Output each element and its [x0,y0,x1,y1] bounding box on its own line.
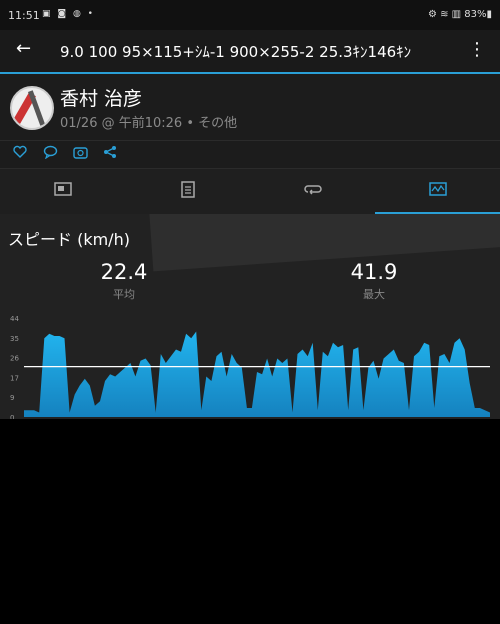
app-bar: ← 9.0 100 95×115+ｼﾑ-1 900×255-2 25.3ｷﾝ14… [0,30,500,72]
avg-speed-value: 22.4 [100,260,148,284]
tab-summary[interactable] [0,169,125,215]
like-icon[interactable] [13,145,27,163]
max-speed-label: 最大 [363,288,385,301]
y-tick-label: 9 [10,394,14,402]
chart-icon [428,182,447,196]
activity-meta: 01/26 @ 午前10:26 • その他 [60,116,238,131]
notification-icons: ▣ ◙ ◍ • [42,9,95,19]
y-tick-label: 17 [10,374,19,382]
summary-icon [53,182,72,196]
activity-title: 9.0 100 95×115+ｼﾑ-1 900×255-2 25.3ｷﾝ146ｷ… [60,43,412,61]
tab-bar [0,168,500,215]
back-arrow-icon[interactable]: ← [16,38,31,59]
status-time: 11:51 [8,9,40,22]
y-tick-label: 26 [10,355,19,363]
comment-icon[interactable] [43,145,58,163]
speed-chart: 44 35 26 17 9 0 [10,315,490,419]
user-name[interactable]: 香村 治彦 [60,84,142,111]
action-bar [0,140,500,169]
avg-speed: 22.4 平均 [64,260,184,302]
more-options-icon[interactable]: ⋮ [468,39,486,60]
tab-laps[interactable] [250,169,375,215]
max-speed-value: 41.9 [350,260,398,284]
speed-area-series [24,331,490,417]
activity-header: 香村 治彦 01/26 @ 午前10:26 • その他 [0,72,500,140]
status-bar: 11:51 ▣ ◙ ◍ • ⚙ ≋ ▥ 83%▮ [0,0,500,30]
y-tick-label: 44 [10,315,19,323]
max-speed: 41.9 最大 [314,260,434,302]
share-icon[interactable] [103,145,117,163]
status-right-icons: ⚙ ≋ ▥ 83%▮ [427,9,492,20]
loop-icon [303,185,322,195]
y-tick-label: 0 [10,414,14,419]
add-photo-icon[interactable] [73,145,88,163]
tab-details[interactable] [125,169,250,215]
document-icon [180,181,195,198]
speed-panel: スピード (km/h) 22.4 平均 41.9 最大 44 35 26 17 9 0 [0,214,500,419]
speed-title: スピード (km/h) [8,230,130,249]
avatar[interactable] [10,86,54,130]
y-tick-label: 35 [10,335,19,343]
avg-speed-label: 平均 [113,288,135,301]
tab-charts[interactable] [375,169,500,215]
